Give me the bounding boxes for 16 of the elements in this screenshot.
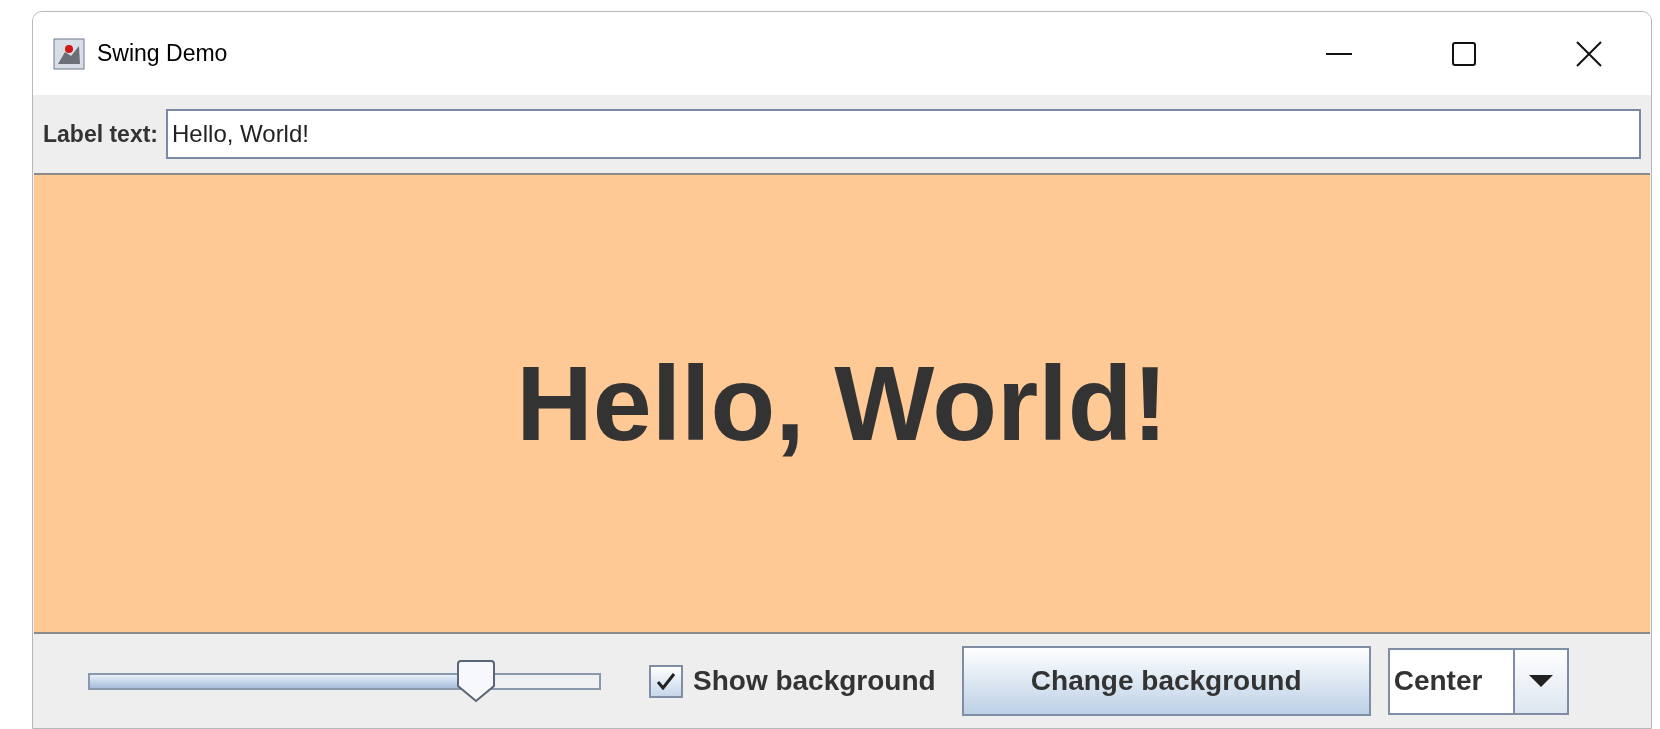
check-icon bbox=[656, 672, 676, 690]
checkbox[interactable] bbox=[649, 664, 683, 698]
display-text: Hello, World! bbox=[516, 343, 1168, 464]
alignment-dropdown[interactable]: Center bbox=[1387, 647, 1569, 715]
change-background-button[interactable]: Change background bbox=[961, 646, 1371, 716]
minimize-icon bbox=[1325, 52, 1352, 55]
label-text-field[interactable]: Hello, World! bbox=[166, 109, 1641, 159]
checkbox-label: Show background bbox=[693, 664, 936, 698]
window-title: Swing Demo bbox=[97, 39, 228, 69]
caret-icon bbox=[1528, 675, 1553, 687]
app-icon bbox=[53, 37, 85, 70]
maximize-icon bbox=[1451, 41, 1476, 66]
field-label: Label text: bbox=[43, 119, 159, 149]
close-icon bbox=[1575, 40, 1602, 67]
slider-track[interactable] bbox=[88, 672, 601, 690]
slider-thumb[interactable] bbox=[454, 659, 497, 703]
